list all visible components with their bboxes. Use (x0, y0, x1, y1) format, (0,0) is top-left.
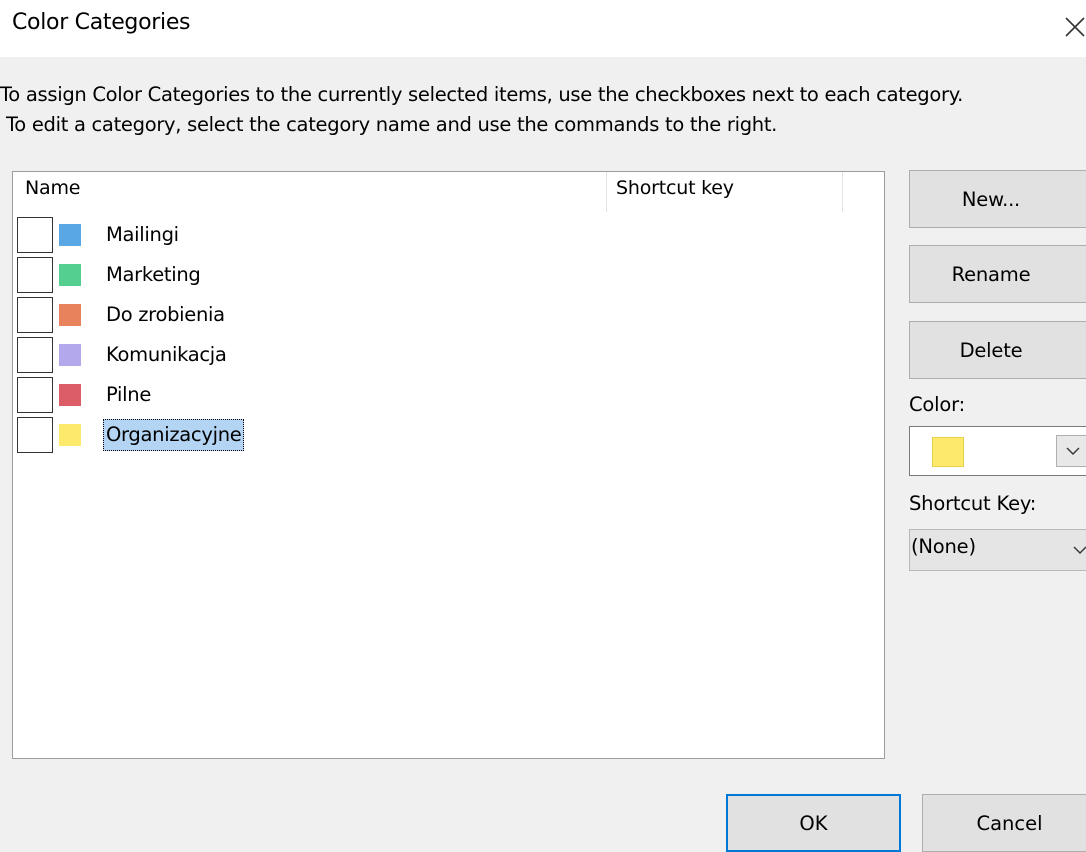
category-checkbox[interactable] (17, 257, 53, 293)
color-swatch (59, 304, 81, 326)
category-row-mailingi[interactable]: Mailingi (17, 215, 877, 255)
color-dropdown-button[interactable] (1056, 435, 1086, 467)
category-label[interactable]: Marketing (103, 259, 204, 291)
category-row-do-zrobienia[interactable]: Do zrobienia (17, 295, 877, 335)
chevron-down-icon (1073, 546, 1086, 554)
cancel-button-label: Cancel (976, 811, 1043, 835)
new-button[interactable]: New... (909, 170, 1086, 228)
new-button-label: New... (961, 187, 1021, 211)
category-checkbox[interactable] (17, 337, 53, 373)
color-swatch (59, 224, 81, 246)
category-list[interactable]: Name Shortcut key Mailingi Marketing Do … (12, 171, 885, 759)
category-checkbox[interactable] (17, 297, 53, 333)
category-checkbox[interactable] (17, 217, 53, 253)
rename-button-label: Rename (951, 262, 1031, 286)
color-picker[interactable] (909, 426, 1086, 476)
category-row-organizacyjne[interactable]: Organizacyjne (17, 415, 877, 455)
category-row-marketing[interactable]: Marketing (17, 255, 877, 295)
shortcut-key-value: (None) (911, 535, 976, 558)
delete-button-label: Delete (959, 338, 1023, 362)
category-label[interactable]: Komunikacja (103, 339, 230, 371)
column-header-shortcut-key[interactable]: Shortcut key (616, 172, 734, 204)
selected-color-swatch (932, 437, 964, 467)
rename-button[interactable]: Rename (909, 245, 1086, 303)
category-label[interactable]: Pilne (103, 379, 154, 411)
color-swatch (59, 264, 81, 286)
dialog-title: Color Categories (12, 10, 191, 35)
category-label-selected[interactable]: Organizacyjne (103, 419, 245, 451)
category-checkbox[interactable] (17, 417, 53, 453)
color-swatch (59, 344, 81, 366)
column-header-name[interactable]: Name (25, 172, 80, 204)
color-swatch (59, 384, 81, 406)
instructions-line-2: To edit a category, select the category … (6, 113, 778, 136)
category-checkbox[interactable] (17, 377, 53, 413)
column-divider[interactable] (606, 172, 607, 212)
column-divider[interactable] (842, 172, 843, 212)
shortcut-key-select[interactable]: (None) (909, 529, 1086, 571)
category-label[interactable]: Do zrobienia (103, 299, 228, 331)
color-swatch (59, 424, 81, 446)
category-row-pilne[interactable]: Pilne (17, 375, 877, 415)
category-row-komunikacja[interactable]: Komunikacja (17, 335, 877, 375)
color-label: Color: (909, 393, 965, 416)
instructions-line-1: To assign Color Categories to the curren… (0, 83, 964, 106)
ok-button-label: OK (799, 811, 828, 835)
ok-button[interactable]: OK (726, 794, 901, 852)
close-icon[interactable] (1058, 10, 1086, 40)
delete-button[interactable]: Delete (909, 321, 1086, 379)
title-bar: Color Categories (0, 0, 1086, 57)
chevron-down-icon (1066, 447, 1080, 455)
shortcut-key-label: Shortcut Key: (909, 492, 1037, 515)
instructions: To assign Color Categories to the curren… (0, 80, 1086, 140)
category-label[interactable]: Mailingi (103, 219, 182, 251)
cancel-button[interactable]: Cancel (922, 794, 1086, 852)
